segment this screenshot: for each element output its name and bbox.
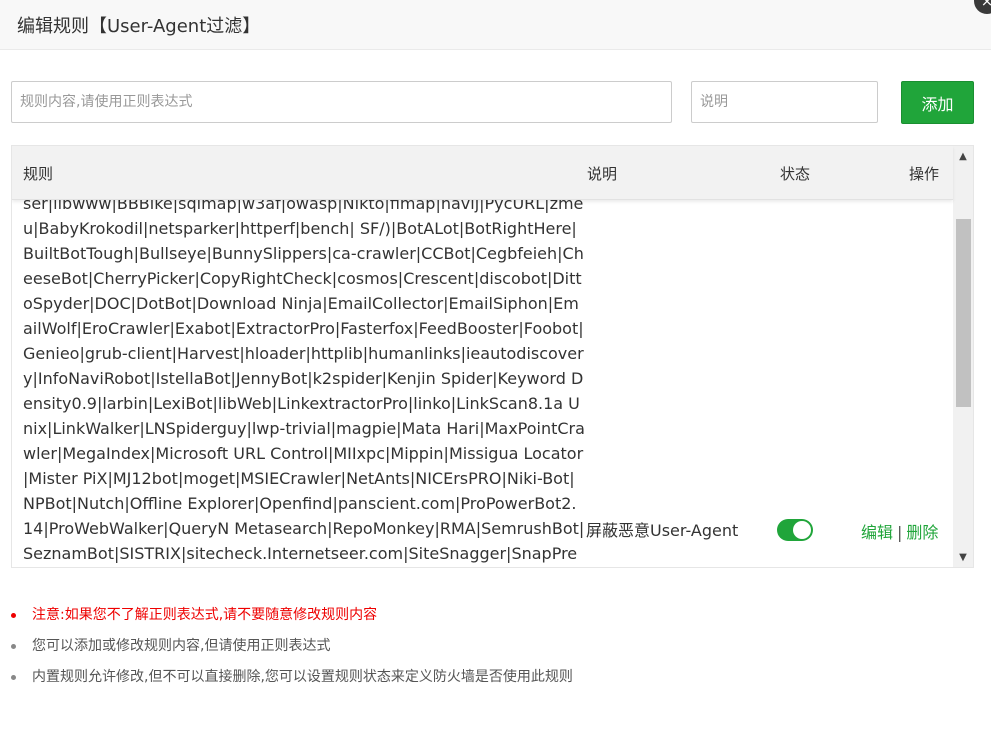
- bullet-icon: [11, 613, 16, 618]
- note-item: 内置规则允许修改,但不可以直接删除,您可以设置规则状态来定义防火墙是否使用此规则: [0, 666, 991, 697]
- note-text: 您可以添加或修改规则内容,但请使用正则表达式: [32, 638, 331, 654]
- table-header: 规则 说明 状态 操作: [12, 146, 953, 200]
- note-item: 您可以添加或修改规则内容,但请使用正则表达式: [0, 635, 991, 666]
- rule-input[interactable]: [11, 81, 672, 123]
- note-item: 注意:如果您不了解正则表达式,请不要随意修改规则内容: [0, 604, 991, 635]
- bullet-icon: [11, 644, 16, 649]
- action-separator: |: [897, 523, 903, 542]
- column-header-action: 操作: [909, 165, 940, 183]
- help-notes: 注意:如果您不了解正则表达式,请不要随意修改规则内容 您可以添加或修改规则内容,…: [0, 604, 991, 697]
- scroll-thumb[interactable]: [956, 219, 971, 407]
- table-body[interactable]: (HTTrack|harvest|audit|dirbuster|pangoli…: [12, 199, 953, 567]
- column-header-rule: 规则: [23, 165, 54, 183]
- description-input[interactable]: [691, 81, 878, 123]
- scroll-down-icon[interactable]: ▼: [953, 547, 973, 567]
- status-toggle[interactable]: [777, 519, 813, 541]
- rule-cell: (HTTrack|harvest|audit|dirbuster|pangoli…: [23, 199, 585, 563]
- column-header-description: 说明: [587, 165, 618, 183]
- bullet-icon: [11, 675, 16, 680]
- dialog-title: 编辑规则【User-Agent过滤】: [17, 16, 261, 37]
- edit-link[interactable]: 编辑: [861, 523, 893, 542]
- vertical-scrollbar[interactable]: ▲ ▼: [953, 146, 973, 567]
- action-cell: 编辑 | 删除: [861, 519, 938, 543]
- note-text: 注意:如果您不了解正则表达式,请不要随意修改规则内容: [32, 607, 378, 623]
- delete-link[interactable]: 删除: [906, 523, 938, 542]
- dialog-header: 编辑规则【User-Agent过滤】: [0, 0, 991, 50]
- scroll-up-icon[interactable]: ▲: [953, 146, 973, 166]
- column-header-status: 状态: [780, 165, 811, 183]
- note-text: 内置规则允许修改,但不可以直接删除,您可以设置规则状态来定义防火墙是否使用此规则: [32, 669, 573, 685]
- rules-table: 规则 说明 状态 操作 (HTTrack|harvest|audit|dirbu…: [11, 145, 974, 568]
- description-cell: 屏蔽恶意User-Agent: [586, 521, 739, 540]
- add-button[interactable]: 添加: [901, 81, 974, 124]
- toggle-knob: [793, 521, 811, 539]
